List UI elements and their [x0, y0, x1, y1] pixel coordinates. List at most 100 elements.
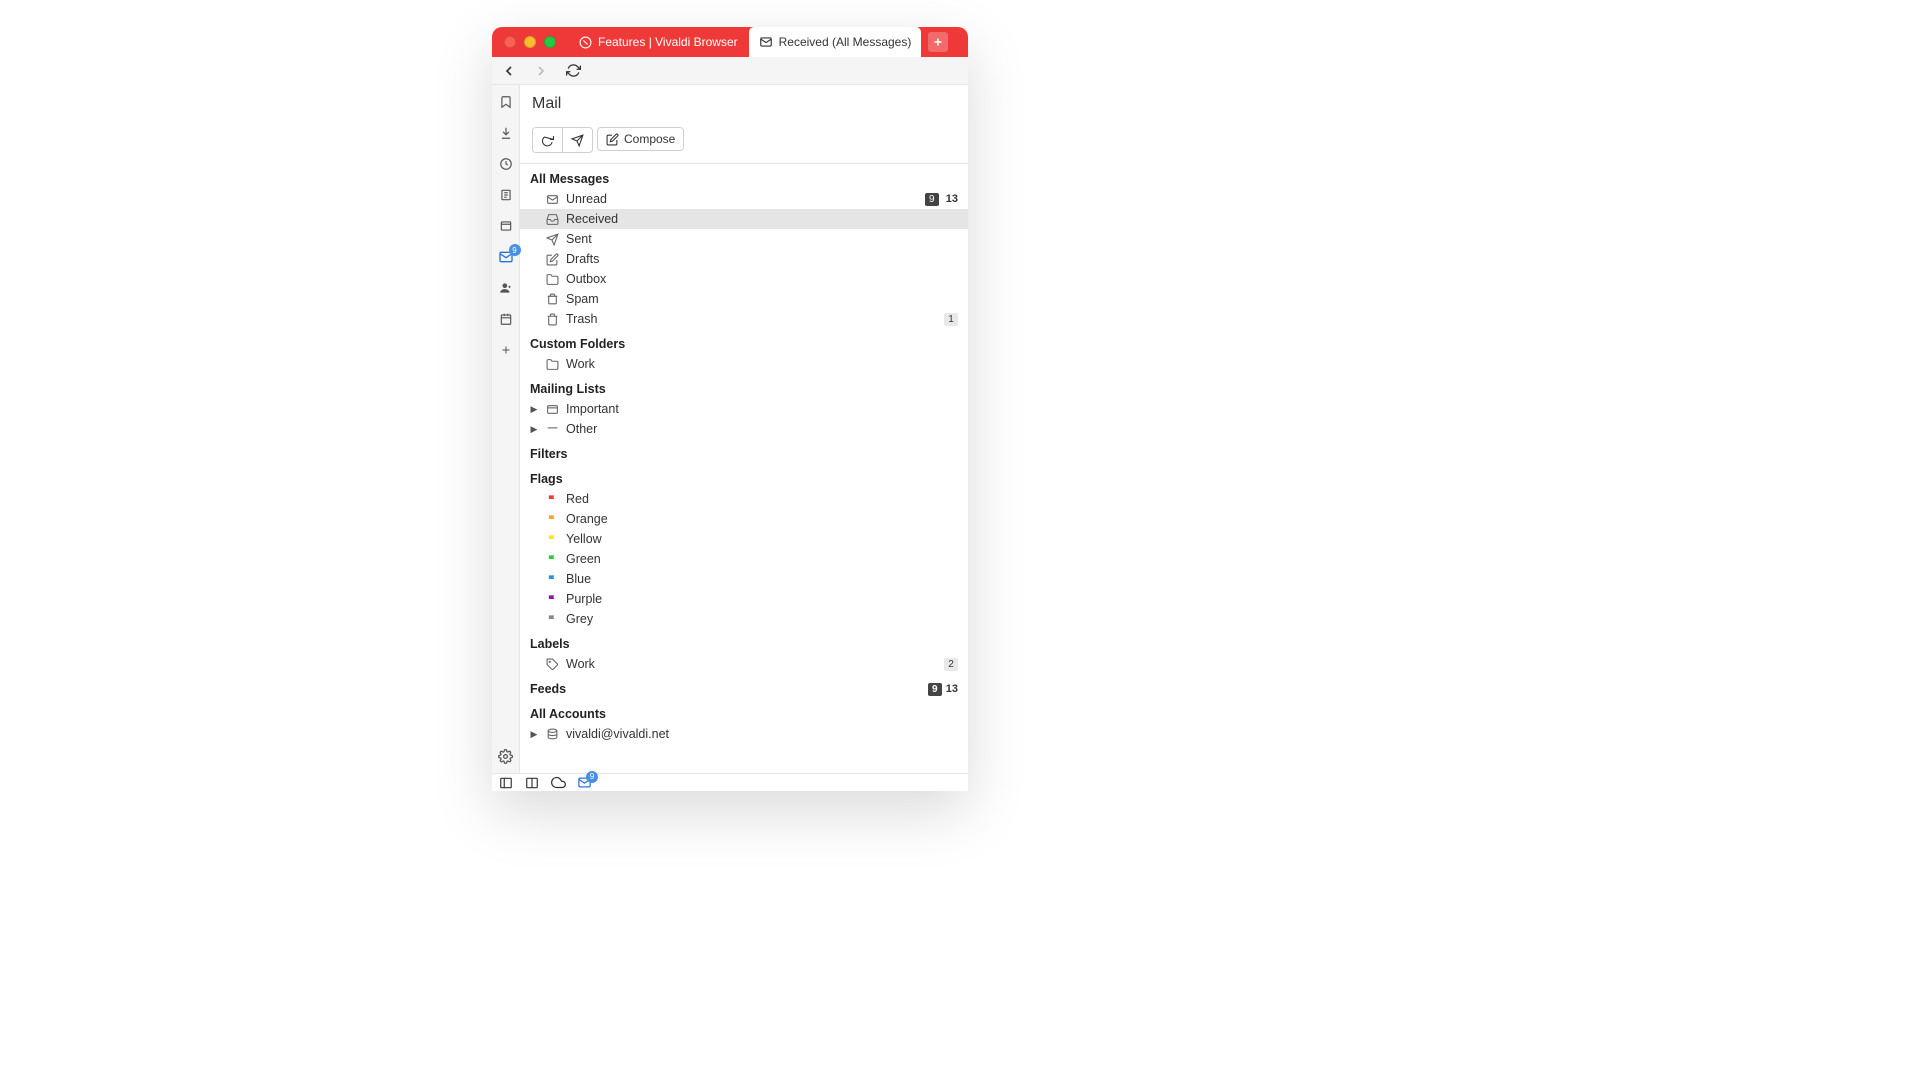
panel-toggle-icon[interactable] [498, 775, 514, 791]
folder-drafts[interactable]: Drafts [520, 249, 968, 269]
bookmarks-panel-icon[interactable] [497, 93, 515, 111]
folder-unread[interactable]: Unread 9 13 [520, 189, 968, 209]
status-bar: 9 [492, 773, 968, 791]
window-close-button[interactable] [504, 36, 516, 48]
flag-yellow[interactable]: Yellow [520, 529, 968, 549]
calendar-panel-icon[interactable] [497, 310, 515, 328]
folder-label: Sent [566, 232, 958, 246]
reload-button[interactable] [564, 62, 582, 80]
folder-sent[interactable]: Sent [520, 229, 968, 249]
folder-label: Other [566, 422, 958, 436]
tab-features[interactable]: Features | Vivaldi Browser [568, 27, 748, 57]
folder-outbox[interactable]: Outbox [520, 269, 968, 289]
account-vivaldi[interactable]: ▶ vivaldi@vivaldi.net [520, 724, 968, 744]
flag-icon [545, 492, 559, 506]
window-minimize-button[interactable] [524, 36, 536, 48]
flag-label: Grey [566, 612, 958, 626]
nav-toolbar [492, 57, 968, 85]
compose-button[interactable]: Compose [597, 127, 684, 151]
section-labels: Labels [520, 629, 968, 654]
spam-icon [545, 292, 559, 306]
list-important[interactable]: ▶ Important [520, 399, 968, 419]
folder-spam[interactable]: Spam [520, 289, 968, 309]
compose-label: Compose [624, 132, 675, 146]
tab-label: Features | Vivaldi Browser [598, 35, 738, 49]
label-work[interactable]: Work 2 [520, 654, 968, 674]
notes-panel-icon[interactable] [497, 186, 515, 204]
list-other[interactable]: ▶ Other [520, 419, 968, 439]
tab-strip: Features | Vivaldi Browser Received (All… [568, 27, 960, 57]
flag-icon [545, 612, 559, 626]
section-custom-folders: Custom Folders [520, 329, 968, 354]
label-count: 2 [944, 658, 958, 671]
folder-work[interactable]: Work [520, 354, 968, 374]
chevron-right-icon[interactable]: ▶ [530, 404, 538, 415]
tiling-icon[interactable] [524, 775, 540, 791]
status-mail-icon[interactable]: 9 [576, 775, 592, 791]
trash-icon [545, 312, 559, 326]
feeds-badge: 9 [928, 683, 942, 696]
downloads-panel-icon[interactable] [497, 124, 515, 142]
folder-received[interactable]: Received [520, 209, 968, 229]
unread-count: 13 [946, 193, 958, 205]
add-panel-icon[interactable] [497, 341, 515, 359]
folder-icon [545, 272, 559, 286]
titlebar: Features | Vivaldi Browser Received (All… [492, 27, 968, 57]
contacts-panel-icon[interactable] [497, 279, 515, 297]
flag-label: Yellow [566, 532, 958, 546]
sync-icon[interactable] [550, 775, 566, 791]
feeds-count: 13 [946, 683, 958, 695]
refresh-mail-button[interactable] [533, 128, 562, 152]
back-button[interactable] [500, 62, 518, 80]
list-icon [545, 422, 559, 436]
forward-button[interactable] [532, 62, 550, 80]
new-tab-button[interactable] [928, 32, 948, 52]
section-all-messages: All Messages [520, 164, 968, 189]
chevron-right-icon[interactable]: ▶ [530, 424, 538, 435]
unread-icon [545, 192, 559, 206]
folder-label: Work [566, 357, 958, 371]
folder-label: Outbox [566, 272, 958, 286]
sent-icon [545, 232, 559, 246]
section-mailing-lists: Mailing Lists [520, 374, 968, 399]
flag-purple[interactable]: Purple [520, 589, 968, 609]
flag-icon [545, 592, 559, 606]
mail-header: Mail Compose [520, 85, 968, 164]
window-panel-icon[interactable] [497, 217, 515, 235]
mail-folder-list: All Messages Unread 9 13 Received [520, 164, 968, 773]
inbox-icon [545, 212, 559, 226]
settings-panel-icon[interactable] [497, 747, 515, 765]
flag-label: Purple [566, 592, 958, 606]
chevron-right-icon[interactable]: ▶ [530, 729, 538, 740]
flag-blue[interactable]: Blue [520, 569, 968, 589]
tag-icon [545, 657, 559, 671]
flag-icon [545, 572, 559, 586]
window-controls [504, 36, 556, 48]
mail-actions: Compose [532, 127, 956, 153]
section-feeds: Feeds 9 13 [520, 674, 968, 699]
drafts-icon [545, 252, 559, 266]
flag-orange[interactable]: Orange [520, 509, 968, 529]
flag-icon [545, 552, 559, 566]
mail-badge: 9 [509, 244, 521, 256]
trash-count: 1 [944, 313, 958, 326]
send-mail-button[interactable] [562, 128, 592, 152]
history-panel-icon[interactable] [497, 155, 515, 173]
mail-panel-icon[interactable]: 9 [497, 248, 515, 266]
section-flags: Flags [520, 464, 968, 489]
folder-label: Unread [566, 192, 918, 206]
folder-label: Drafts [566, 252, 958, 266]
flag-red[interactable]: Red [520, 489, 968, 509]
flag-icon [545, 512, 559, 526]
flag-label: Red [566, 492, 958, 506]
flag-green[interactable]: Green [520, 549, 968, 569]
tab-received[interactable]: Received (All Messages) [749, 27, 922, 57]
flag-grey[interactable]: Grey [520, 609, 968, 629]
database-icon [545, 727, 559, 741]
flag-label: Blue [566, 572, 958, 586]
account-label: vivaldi@vivaldi.net [566, 727, 958, 741]
folder-label: Spam [566, 292, 958, 306]
folder-trash[interactable]: Trash 1 [520, 309, 968, 329]
status-mail-badge: 9 [586, 771, 598, 783]
window-maximize-button[interactable] [544, 36, 556, 48]
